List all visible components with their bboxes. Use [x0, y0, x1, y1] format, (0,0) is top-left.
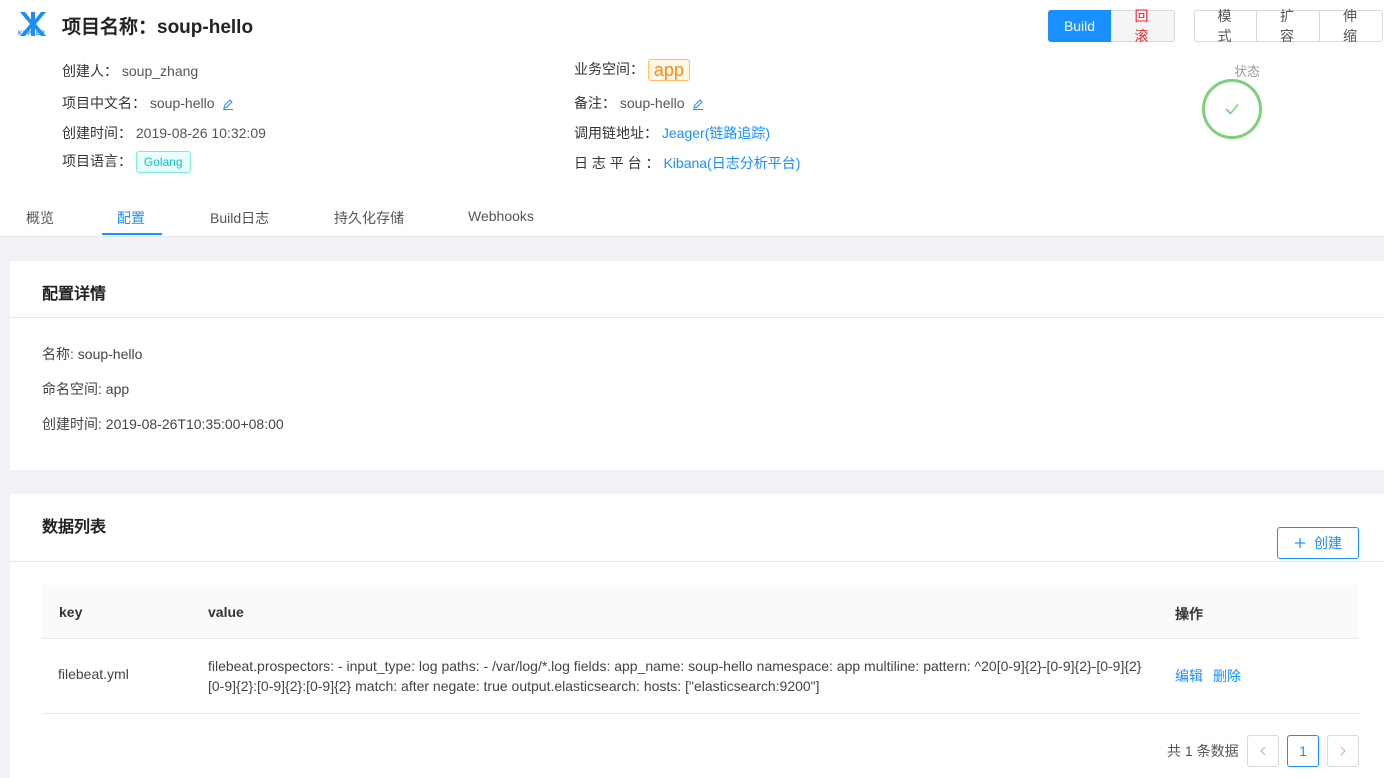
chevron-right-icon [1340, 746, 1346, 756]
tab-config[interactable]: 配置 [117, 208, 145, 228]
edit-link[interactable]: 编辑 [1175, 666, 1203, 686]
cn-name-row: 项目中文名： soup-hello [62, 93, 234, 113]
trace-link[interactable]: Jeager(链路追踪) [662, 125, 770, 141]
remark-row: 备注： soup-hello [574, 93, 704, 113]
status-indicator [1202, 79, 1262, 139]
space-row: 业务空间： app [574, 59, 690, 82]
header: KEPLER 项目名称：soup-hello Build 回 滚 模 式 扩 容… [0, 0, 1384, 52]
created-value: 2019-08-26 10:32:09 [135, 125, 266, 141]
logo-text: KEPLER [18, 31, 46, 37]
lang-row: 项目语言： Golang [62, 151, 191, 173]
active-tab-indicator [102, 233, 162, 235]
page-title: 项目名称：soup-hello [62, 17, 254, 38]
card-divider [10, 317, 1384, 318]
log-label: 日 志 平 台 ： [574, 155, 660, 171]
status-label: 状态 [1234, 64, 1261, 79]
delete-link[interactable]: 删除 [1213, 666, 1241, 686]
table-row: filebeat.yml filebeat.prospectors: - inp… [42, 639, 1359, 714]
space-tag: app [647, 59, 690, 82]
config-namespace: 命名空间: app [42, 381, 130, 397]
create-button-label: 创建 [1314, 535, 1342, 551]
table-header: key value 操作 [42, 585, 1359, 639]
create-button[interactable]: 创建 [1277, 527, 1359, 559]
card-divider [10, 561, 1384, 562]
row-value: filebeat.prospectors: - input_type: log … [208, 658, 1142, 694]
cn-name-value: soup-hello [149, 95, 215, 111]
trace-label: 调用链地址： [574, 125, 658, 141]
pager-total: 共 1 条数据 [1167, 743, 1239, 759]
remark-value: soup-hello [619, 95, 685, 111]
creator-value: soup_zhang [121, 63, 199, 79]
rollback-button[interactable]: 回 滚 [1111, 8, 1175, 44]
data-list-card: 数据列表 创建 key value 操作 filebeat.yml filebe… [10, 494, 1384, 778]
config-detail-card: 配置详情 名称: soup-hello 命名空间: app 创建时间: 2019… [10, 261, 1384, 470]
row-key: filebeat.yml [58, 666, 129, 682]
space-label: 业务空间： [574, 61, 644, 77]
pager-next-button[interactable] [1327, 735, 1359, 767]
config-created: 创建时间: 2019-08-26T10:35:00+08:00 [42, 416, 284, 432]
data-list-title: 数据列表 [42, 519, 107, 536]
column-value: value [208, 604, 244, 620]
creator-row: 创建人： soup_zhang [62, 61, 198, 81]
remark-label: 备注： [574, 95, 616, 111]
cn-name-label: 项目中文名： [62, 95, 146, 111]
column-ops: 操作 [1175, 606, 1203, 622]
mode-button[interactable]: 模 式 [1194, 8, 1257, 44]
chevron-left-icon [1260, 746, 1266, 756]
tab-bar: 概览 配置 Build日志 持久化存储 Webhooks [0, 196, 1384, 237]
build-actions: Build 回 滚 [1048, 8, 1175, 44]
scale-out-button[interactable]: 扩 容 [1257, 8, 1320, 44]
edit-cn-name-icon[interactable] [222, 98, 234, 111]
check-icon [1225, 103, 1239, 115]
log-link[interactable]: Kibana(日志分析平台) [663, 155, 800, 171]
tab-webhooks[interactable]: Webhooks [468, 208, 534, 224]
column-key: key [59, 604, 83, 620]
trace-row: 调用链地址： Jeager(链路追踪) [574, 123, 770, 143]
log-row: 日 志 平 台 ： Kibana(日志分析平台) [574, 153, 800, 173]
plus-icon [1295, 538, 1305, 548]
created-row: 创建时间： 2019-08-26 10:32:09 [62, 123, 266, 143]
creator-label: 创建人： [62, 63, 118, 79]
edit-remark-icon[interactable] [692, 98, 704, 111]
tab-overview[interactable]: 概览 [26, 208, 54, 228]
config-detail-title: 配置详情 [42, 286, 107, 303]
deploy-actions: 模 式 扩 容 伸 缩 [1194, 8, 1383, 44]
pager-page-1[interactable]: 1 [1287, 735, 1319, 767]
created-label: 创建时间： [62, 125, 132, 141]
lang-label: 项目语言： [62, 153, 132, 169]
config-name: 名称: soup-hello [42, 346, 143, 362]
tab-storage[interactable]: 持久化存储 [334, 208, 404, 228]
tab-build-log[interactable]: Build日志 [210, 208, 269, 228]
build-button[interactable]: Build [1048, 10, 1111, 42]
lang-tag: Golang [135, 151, 191, 173]
pager-prev-button[interactable] [1247, 735, 1279, 767]
scale-button[interactable]: 伸 缩 [1320, 8, 1383, 44]
